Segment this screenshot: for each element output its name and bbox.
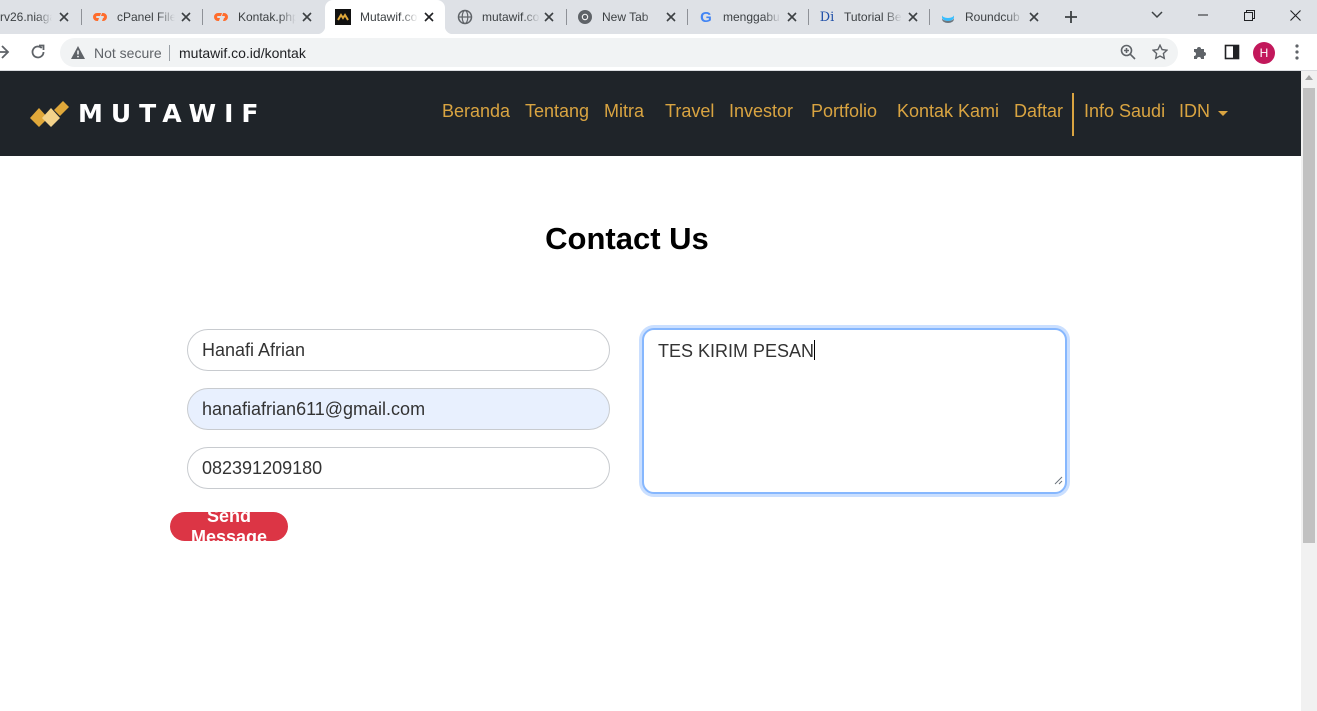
browser-tab[interactable]: New Tab [567,0,687,34]
browser-tab[interactable]: Di Tutorial Be [809,0,929,34]
tab-close-icon[interactable] [541,9,557,25]
extensions-puzzle-icon[interactable] [1186,38,1214,66]
nav-tentang[interactable]: Tentang [525,101,589,122]
tab-search-chevron-icon[interactable] [1134,0,1180,30]
nav-info-saudi[interactable]: Info Saudi [1084,101,1165,122]
nav-language-dropdown[interactable]: IDN [1179,101,1210,122]
tab-close-icon[interactable] [178,9,194,25]
tab-title: Kontak.php [238,10,296,24]
tab-close-icon[interactable] [784,9,800,25]
tab-title: Roundcub [965,10,1020,24]
page-viewport: MUTAWIF Beranda Tentang Mitra Travel Inv… [0,71,1317,711]
browser-tab-active[interactable]: Mutawif.co [317,0,453,34]
tab-title: mutawif.co [482,10,540,24]
logo-mark-icon [30,100,69,127]
mutawif-icon [335,9,351,25]
minimize-icon[interactable] [1180,0,1226,30]
nav-portfolio[interactable]: Portfolio [811,101,877,122]
tab-close-icon[interactable] [299,9,315,25]
address-divider [169,45,170,61]
new-tab-plus-icon[interactable] [1059,5,1083,29]
name-field-value: Hanafi Afrian [202,339,306,360]
tab-close-icon[interactable] [421,9,437,25]
nav-kontak-kami[interactable]: Kontak Kami [897,101,999,122]
zoom-icon[interactable] [1114,38,1142,66]
tab-title: menggabu [723,10,780,24]
tab-title: New Tab [602,10,649,24]
brand-name: MUTAWIF [78,99,267,128]
reload-icon[interactable] [24,38,52,66]
globe-icon [457,9,473,25]
message-textarea[interactable]: TES KIRIM PESAN [642,328,1067,494]
browser-toolbar: Not secure mutawif.co.id/kontak H [0,34,1317,71]
resize-handle-icon[interactable] [1054,469,1063,490]
scrollbar-thumb[interactable] [1303,88,1315,543]
nav-travel[interactable]: Travel [665,101,714,122]
tab-close-icon[interactable] [663,9,679,25]
bookmark-star-icon[interactable] [1146,38,1174,66]
close-window-icon[interactable] [1272,0,1317,30]
text-cursor [814,340,816,360]
nav-divider [1072,93,1074,136]
menu-kebab-icon[interactable] [1283,38,1311,66]
tab-title: rv26.niaga [0,10,52,24]
side-panel-icon[interactable] [1218,38,1246,66]
restore-icon[interactable] [1226,0,1272,30]
browser-tab[interactable]: Roundcub [930,0,1050,34]
nav-daftar[interactable]: Daftar [1014,101,1063,122]
cpanel-icon [92,9,108,25]
tab-strip: rv26.niaga cPanel File Kontak.php Mutawi… [0,0,1317,34]
google-icon: G [700,8,712,26]
page-title: Contact Us [545,221,709,256]
profile-avatar[interactable]: H [1253,42,1275,64]
tab-close-icon[interactable] [56,9,72,25]
tab-close-icon[interactable] [1026,9,1042,25]
name-field[interactable]: Hanafi Afrian [187,329,610,371]
forward-arrow-icon[interactable] [0,38,16,66]
chrome-icon [577,9,593,25]
tab-title: cPanel File [117,10,175,24]
dewaweb-icon: Di [819,9,835,25]
nav-investor[interactable]: Investor [729,101,793,122]
browser-tab[interactable]: cPanel File [82,0,202,34]
browser-tab[interactable]: rv26.niaga [0,0,80,34]
url-text[interactable]: mutawif.co.id/kontak [179,45,306,61]
email-field[interactable]: hanafiafrian611@gmail.com [187,388,610,430]
nav-beranda[interactable]: Beranda [442,101,510,122]
roundcube-icon [940,9,956,25]
send-message-button[interactable]: Send Message [170,506,288,547]
tab-close-icon[interactable] [905,9,921,25]
phone-field[interactable]: 082391209180 [187,447,610,489]
address-bar[interactable]: Not secure mutawif.co.id/kontak [60,38,1178,67]
security-label[interactable]: Not secure [94,45,162,61]
browser-tab[interactable]: G menggabu [688,0,808,34]
site-navbar: MUTAWIF Beranda Tentang Mitra Travel Inv… [0,71,1301,156]
warning-triangle-icon[interactable] [70,45,86,65]
site-logo[interactable]: MUTAWIF [28,99,266,128]
email-field-value: hanafiafrian611@gmail.com [202,398,426,419]
message-value: TES KIRIM PESAN [658,341,815,361]
dropdown-caret-icon[interactable] [1218,111,1228,116]
browser-tab[interactable]: Kontak.php [203,0,323,34]
browser-tab[interactable]: mutawif.co [447,0,565,34]
cpanel-icon [213,9,229,25]
scroll-up-arrow-icon[interactable] [1305,75,1313,80]
tab-title: Tutorial Be [844,10,902,24]
phone-field-value: 082391209180 [202,457,323,478]
tab-title: Mutawif.co [360,10,418,24]
page-scrollbar[interactable] [1301,71,1317,711]
nav-mitra[interactable]: Mitra [604,101,644,122]
